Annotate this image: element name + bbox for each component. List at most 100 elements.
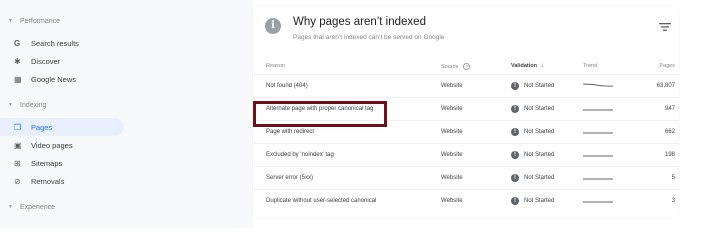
sidebar-item-label: Discover	[31, 56, 61, 66]
reason-cell: Excluded by ‘noindex’ tag	[266, 152, 334, 158]
source-cell: Website	[441, 152, 463, 158]
panel-subtitle: Pages that aren’t indexed can’t be serve…	[293, 34, 445, 41]
source-cell: Website	[441, 175, 463, 181]
trend-cell	[583, 151, 637, 159]
news-icon: ▦	[14, 74, 22, 84]
reason-cell: Page with redirect	[266, 129, 315, 135]
column-header-trend[interactable]: Trend	[583, 63, 637, 69]
table-row[interactable]: Duplicate without user-selected canonica…	[253, 189, 679, 212]
trend-cell	[583, 105, 637, 113]
table-row[interactable]: Page with redirect Website ! Not Started …	[253, 120, 679, 143]
panel-header: i Why pages aren’t indexed Pages that ar…	[265, 16, 675, 50]
validation-cell: ! Not Started	[511, 174, 583, 182]
info-icon: i	[265, 18, 281, 34]
sidebar: ▼ Performance G Search results ✱ Discove…	[0, 0, 253, 228]
reason-cell: Duplicate without user-selected canonica…	[266, 198, 377, 204]
table-row[interactable]: Alternate page with proper canonical tag…	[253, 97, 679, 120]
asterisk-icon: ✱	[14, 56, 21, 66]
help-icon[interactable]: ?	[463, 62, 471, 70]
reason-cell: Alternate page with proper canonical tag	[266, 106, 374, 112]
table-row[interactable]: Excluded by ‘noindex’ tag Website ! Not S…	[253, 143, 679, 166]
status-info-icon: !	[511, 82, 519, 90]
column-header-source[interactable]: Source?	[441, 62, 511, 70]
trend-sparkline	[583, 155, 613, 157]
section-label: Performance	[20, 17, 61, 25]
sidebar-item-label: Google News	[31, 74, 77, 84]
status-info-icon: !	[511, 128, 519, 136]
trend-sparkline	[583, 132, 613, 134]
source-cell: Website	[441, 106, 463, 112]
trend-sparkline	[583, 201, 613, 203]
sidebar-section-indexing[interactable]: ▼ Indexing	[0, 98, 253, 112]
trend-sparkline	[583, 83, 613, 87]
reasons-table: Reason Source? Validation ↓ Trend Pages …	[253, 58, 679, 212]
caret-down-icon: ▼	[8, 102, 13, 108]
sidebar-item-label: Sitemaps	[31, 158, 63, 168]
source-cell: Website	[441, 129, 463, 135]
status-info-icon: !	[511, 105, 519, 113]
sort-arrow-down-icon: ↓	[540, 63, 544, 69]
trend-sparkline	[583, 178, 613, 180]
pages-cell: 63,807	[656, 83, 675, 89]
reason-cell: Server error (5xx)	[266, 175, 314, 181]
validation-label: Not Started	[524, 152, 555, 158]
trend-cell	[583, 128, 637, 136]
validation-cell: ! Not Started	[511, 82, 583, 90]
column-header-validation[interactable]: Validation ↓	[511, 63, 583, 69]
status-info-icon: !	[511, 151, 519, 159]
validation-label: Not Started	[524, 129, 555, 135]
validation-cell: ! Not Started	[511, 151, 583, 159]
column-header-reason[interactable]: Reason	[253, 63, 441, 69]
sidebar-item-sitemaps[interactable]: ⊞ Sitemaps	[0, 154, 124, 172]
column-header-pages[interactable]: Pages	[637, 63, 675, 69]
removals-icon: ⊘	[14, 176, 21, 186]
trend-sparkline	[583, 109, 613, 111]
pages-cell: 662	[664, 129, 675, 135]
sidebar-item-search-results[interactable]: G Search results	[0, 34, 124, 52]
trend-cell	[583, 174, 637, 182]
column-header-source-label: Source	[441, 63, 459, 70]
source-cell: Website	[441, 198, 463, 204]
table-row[interactable]: Not found (404) Website ! Not Started 63,…	[253, 74, 679, 97]
trend-cell	[583, 82, 637, 90]
pages-cell: 198	[664, 152, 675, 158]
sidebar-item-video-pages[interactable]: ▣ Video pages	[0, 136, 124, 154]
sitemap-icon: ⊞	[14, 158, 21, 168]
sidebar-item-label: Pages	[31, 122, 53, 132]
sidebar-item-label: Video pages	[31, 140, 73, 150]
status-info-icon: !	[511, 174, 519, 182]
google-g-icon: G	[14, 38, 21, 48]
sidebar-section-experience[interactable]: ▼ Experience	[0, 200, 253, 214]
caret-down-icon: ▼	[8, 204, 13, 210]
pages-cell: 5	[671, 175, 675, 181]
validation-label: Not Started	[524, 106, 555, 112]
section-label: Indexing	[20, 101, 47, 109]
sidebar-item-label: Search results	[31, 38, 79, 48]
sidebar-item-google-news[interactable]: ▦ Google News	[0, 70, 124, 88]
filter-icon[interactable]	[659, 22, 671, 32]
validation-cell: ! Not Started	[511, 197, 583, 205]
reason-cell: Not found (404)	[266, 83, 308, 89]
sidebar-item-label: Removals	[31, 176, 65, 186]
table-header: Reason Source? Validation ↓ Trend Pages	[253, 58, 679, 74]
sidebar-item-discover[interactable]: ✱ Discover	[0, 52, 124, 70]
column-header-validation-label: Validation	[511, 63, 537, 69]
sidebar-section-performance[interactable]: ▼ Performance	[0, 14, 253, 28]
validation-cell: ! Not Started	[511, 128, 583, 136]
pages-cell: 3	[671, 198, 675, 204]
table-row[interactable]: Server error (5xx) Website ! Not Started …	[253, 166, 679, 189]
validation-label: Not Started	[524, 198, 555, 204]
not-indexed-panel: i Why pages aren’t indexed Pages that ar…	[253, 6, 679, 218]
status-info-icon: !	[511, 197, 519, 205]
validation-cell: ! Not Started	[511, 105, 583, 113]
caret-down-icon: ▼	[8, 18, 13, 24]
validation-label: Not Started	[524, 175, 555, 181]
panel-title: Why pages aren’t indexed	[293, 16, 426, 28]
trend-cell	[583, 197, 637, 205]
validation-label: Not Started	[524, 83, 555, 89]
sidebar-item-removals[interactable]: ⊘ Removals	[0, 172, 124, 190]
video-pages-icon: ▣	[14, 140, 22, 150]
section-label: Experience	[20, 203, 56, 211]
sidebar-item-pages[interactable]: ❐ Pages	[0, 118, 124, 136]
pages-cell: 947	[664, 106, 675, 112]
